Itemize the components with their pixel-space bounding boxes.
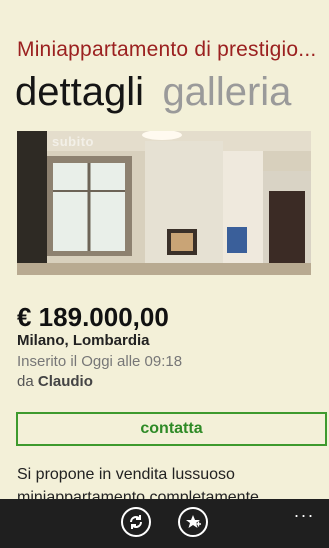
application-bar: ... [0,499,329,548]
pivot-tabs: dettagli galleria [15,66,291,118]
listing-photo[interactable]: subito [17,131,311,275]
tab-dettagli[interactable]: dettagli [15,66,144,118]
author-name[interactable]: Claudio [38,373,93,390]
location: Milano, Lombardia [17,332,150,349]
photo-watermark: subito [52,134,94,149]
byline-prefix: da [17,373,34,390]
byline: da Claudio [17,373,93,390]
more-menu[interactable]: ... [294,501,315,522]
tab-galleria[interactable]: galleria [162,66,291,118]
add-favorite-icon[interactable] [178,507,208,537]
inserted-date: Inserito il Oggi alle 09:18 [17,353,183,370]
price: € 189.000,00 [17,302,169,332]
sync-icon[interactable] [121,507,151,537]
listing-title: Miniappartamento di prestigio... [17,38,317,61]
apartment-photo [17,131,311,275]
contact-button[interactable]: contatta [16,412,327,446]
